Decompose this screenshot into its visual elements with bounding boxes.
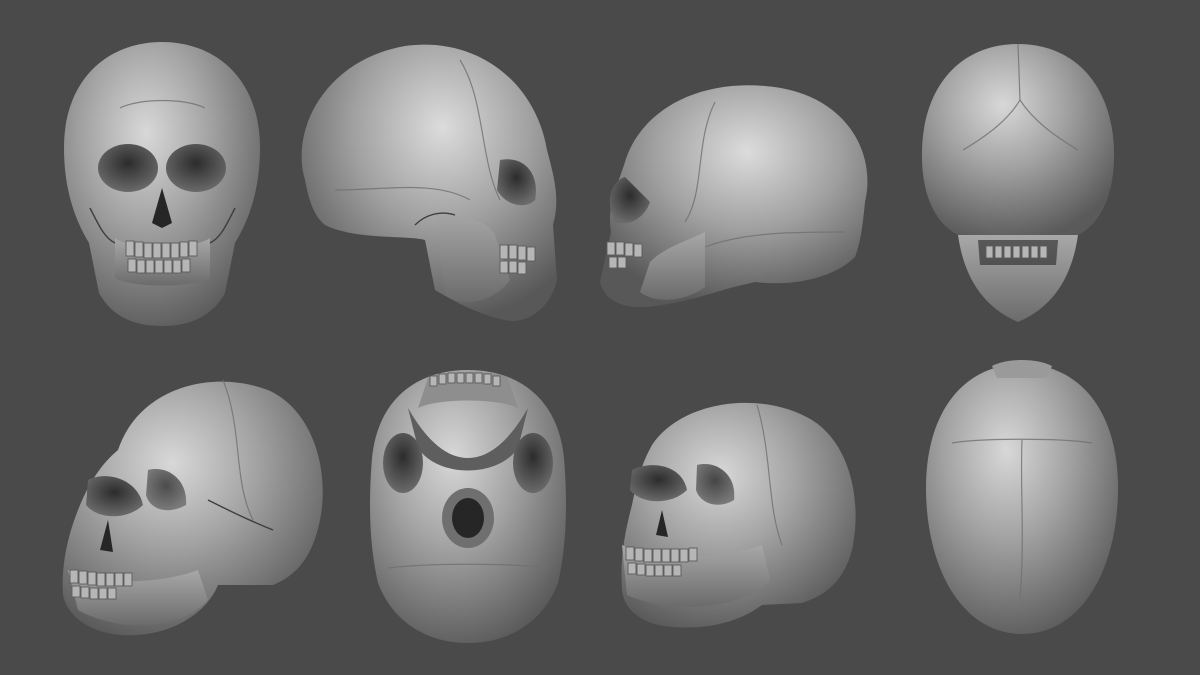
- skull-bottom-view: [368, 368, 568, 646]
- skull-back-view: [918, 40, 1118, 325]
- skull-back-icon: [921, 43, 1115, 322]
- skull-three-quarter-right-view: [612, 395, 862, 630]
- skull-side-right-icon: [301, 44, 557, 321]
- skull-three-quarter-left-view: [58, 370, 328, 640]
- skull-side-left-icon: [600, 85, 868, 308]
- skull-front-icon: [64, 42, 260, 326]
- skull-three-quarter-icon: [621, 402, 856, 628]
- skull-base-icon: [370, 370, 566, 643]
- skull-top-view: [922, 358, 1122, 640]
- skull-left-side-view: [595, 82, 880, 312]
- skull-right-side-view: [285, 40, 570, 325]
- skull-top-icon: [926, 360, 1118, 634]
- skull-three-quarter-icon: [62, 379, 323, 636]
- skull-front-view: [60, 38, 265, 328]
- skull-views-stage: [0, 0, 1200, 675]
